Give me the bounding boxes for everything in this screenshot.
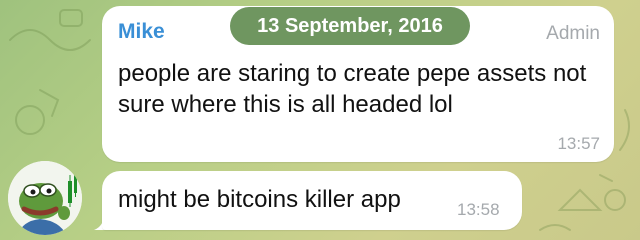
pepe-frog-avatar-icon[interactable]	[8, 161, 82, 235]
sender-name[interactable]: Mike	[118, 20, 165, 44]
message-timestamp: 13:58	[457, 200, 500, 219]
message-bubble[interactable]: might be bitcoins killer app 13:58	[102, 171, 522, 230]
message-text: people are staring to create pepe assets…	[118, 60, 587, 118]
admin-badge: Admin	[546, 23, 600, 44]
message-text: might be bitcoins killer app	[118, 186, 401, 213]
message-timestamp: 13:57	[557, 134, 600, 153]
avatar-image	[8, 161, 82, 235]
date-divider: 13 September, 2016	[230, 7, 470, 45]
